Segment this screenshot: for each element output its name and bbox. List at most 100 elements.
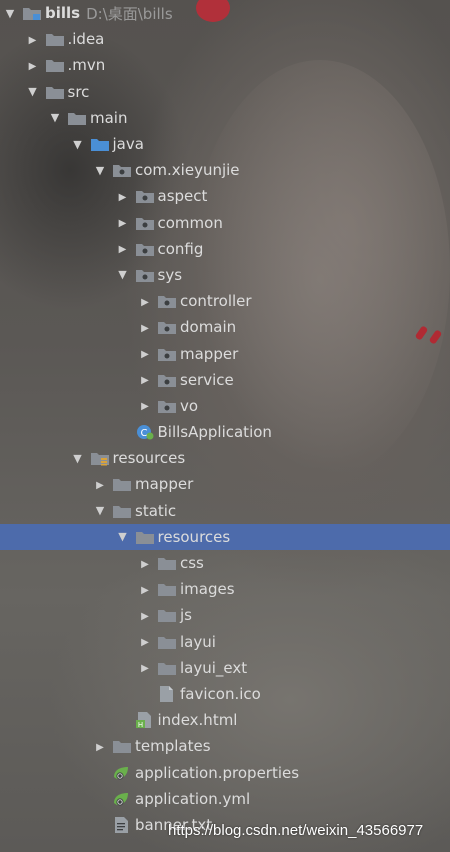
tree-item-config[interactable]: config — [0, 236, 450, 262]
tree-item-favicon-ico[interactable]: favicon.ico — [0, 681, 450, 707]
tree-item-label: common — [157, 213, 223, 232]
tree-item--idea[interactable]: .idea — [0, 26, 450, 52]
tree-item-domain[interactable]: domain — [0, 314, 450, 340]
expanded-arrow-icon[interactable] — [92, 164, 108, 177]
package-icon — [157, 319, 177, 335]
module-folder-icon — [22, 5, 42, 21]
collapsed-arrow-icon[interactable] — [115, 242, 131, 255]
package-icon — [157, 346, 177, 362]
tree-item--mvn[interactable]: .mvn — [0, 52, 450, 78]
tree-item-controller[interactable]: controller — [0, 288, 450, 314]
package-icon — [135, 241, 155, 257]
folder-icon — [157, 607, 177, 623]
tree-item-mapper[interactable]: mapper — [0, 471, 450, 497]
expanded-arrow-icon[interactable] — [70, 452, 86, 465]
tree-item-label: application.properties — [135, 763, 300, 782]
tree-item-sys[interactable]: sys — [0, 262, 450, 288]
tree-item-billsapplication[interactable]: C BillsApplication — [0, 419, 450, 445]
spring-boot-class-icon: C — [135, 424, 155, 440]
tree-item-main[interactable]: main — [0, 105, 450, 131]
tree-item-application-properties[interactable]: application.properties — [0, 759, 450, 785]
collapsed-arrow-icon[interactable] — [92, 740, 108, 753]
resources-folder-icon — [90, 450, 110, 466]
tree-item-resources[interactable]: resources — [0, 523, 450, 550]
tree-item-templates[interactable]: templates — [0, 733, 450, 759]
collapsed-arrow-icon[interactable] — [25, 33, 41, 46]
svg-text:C: C — [140, 428, 147, 439]
tree-item-layui-ext[interactable]: layui_ext — [0, 655, 450, 681]
folder-icon — [112, 476, 132, 492]
tree-item-label: config — [157, 239, 204, 258]
collapsed-arrow-icon[interactable] — [137, 661, 153, 674]
collapsed-arrow-icon[interactable] — [137, 295, 153, 308]
tree-item-src[interactable]: src — [0, 79, 450, 105]
expanded-arrow-icon[interactable] — [92, 504, 108, 517]
collapsed-arrow-icon[interactable] — [92, 478, 108, 491]
tree-item-aspect[interactable]: aspect — [0, 183, 450, 209]
tree-item-label: resources — [157, 527, 231, 546]
collapsed-arrow-icon[interactable] — [137, 321, 153, 334]
watermark-text: https://blog.csdn.net/weixin_43566977 — [168, 822, 424, 839]
expanded-arrow-icon[interactable] — [2, 7, 18, 20]
tree-item-label: vo — [180, 396, 199, 415]
tree-item-label: service — [180, 370, 234, 389]
folder-icon — [45, 31, 65, 47]
tree-item-label: BillsApplication — [157, 423, 272, 442]
tree-item-label: index.html — [157, 711, 238, 730]
tree-item-mapper[interactable]: mapper — [0, 340, 450, 366]
tree-item-css[interactable]: css — [0, 550, 450, 576]
folder-icon — [45, 84, 65, 100]
collapsed-arrow-icon[interactable] — [25, 59, 41, 72]
folder-icon — [157, 634, 177, 650]
tree-item-static[interactable]: static — [0, 498, 450, 524]
expanded-arrow-icon[interactable] — [115, 530, 131, 543]
package-icon — [157, 398, 177, 414]
package-icon — [112, 162, 132, 178]
collapsed-arrow-icon[interactable] — [115, 216, 131, 229]
tree-item-application-yml[interactable]: application.yml — [0, 786, 450, 812]
svg-text:H: H — [137, 721, 142, 728]
project-path: D:\桌面\bills — [86, 4, 173, 23]
collapsed-arrow-icon[interactable] — [137, 583, 153, 596]
expanded-arrow-icon[interactable] — [70, 138, 86, 151]
package-icon — [135, 188, 155, 204]
tree-item-label: layui_ext — [180, 658, 248, 677]
tree-item-label: com.xieyunjie — [135, 161, 240, 180]
tree-item-label: java — [112, 135, 144, 154]
collapsed-arrow-icon[interactable] — [137, 557, 153, 570]
collapsed-arrow-icon[interactable] — [137, 609, 153, 622]
tree-item-layui[interactable]: layui — [0, 629, 450, 655]
expanded-arrow-icon[interactable] — [47, 111, 63, 124]
collapsed-arrow-icon[interactable] — [137, 399, 153, 412]
tree-item-label: images — [180, 580, 235, 599]
tree-item-index-html[interactable]: Hindex.html — [0, 707, 450, 733]
tree-item-images[interactable]: images — [0, 576, 450, 602]
tree-item-com-xieyunjie[interactable]: com.xieyunjie — [0, 157, 450, 183]
tree-item-common[interactable]: common — [0, 210, 450, 236]
collapsed-arrow-icon[interactable] — [137, 347, 153, 360]
tree-item-label: mapper — [180, 344, 239, 363]
folder-icon — [112, 738, 132, 754]
package-icon — [135, 215, 155, 231]
tree-item-service[interactable]: service — [0, 367, 450, 393]
text-file-icon — [112, 816, 132, 833]
tree-item-label: bills — [45, 4, 81, 23]
collapsed-arrow-icon[interactable] — [115, 190, 131, 203]
tree-item-js[interactable]: js — [0, 602, 450, 628]
collapsed-arrow-icon[interactable] — [137, 635, 153, 648]
folder-icon — [157, 581, 177, 597]
expanded-arrow-icon[interactable] — [25, 85, 41, 98]
tree-item-bills[interactable]: bills D:\桌面\bills — [0, 0, 450, 26]
expanded-arrow-icon[interactable] — [115, 268, 131, 281]
tree-item-resources[interactable]: resources — [0, 445, 450, 471]
folder-icon — [157, 555, 177, 571]
file-icon — [157, 685, 177, 702]
package-icon — [157, 293, 177, 309]
source-folder-icon — [90, 136, 110, 152]
tree-item-label: .mvn — [67, 56, 106, 75]
collapsed-arrow-icon[interactable] — [137, 373, 153, 386]
tree-item-label: static — [135, 501, 177, 520]
project-tree[interactable]: bills D:\桌面\bills .idea .mvn srcmain java com.… — [0, 0, 450, 838]
tree-item-java[interactable]: java — [0, 131, 450, 157]
tree-item-vo[interactable]: vo — [0, 393, 450, 419]
